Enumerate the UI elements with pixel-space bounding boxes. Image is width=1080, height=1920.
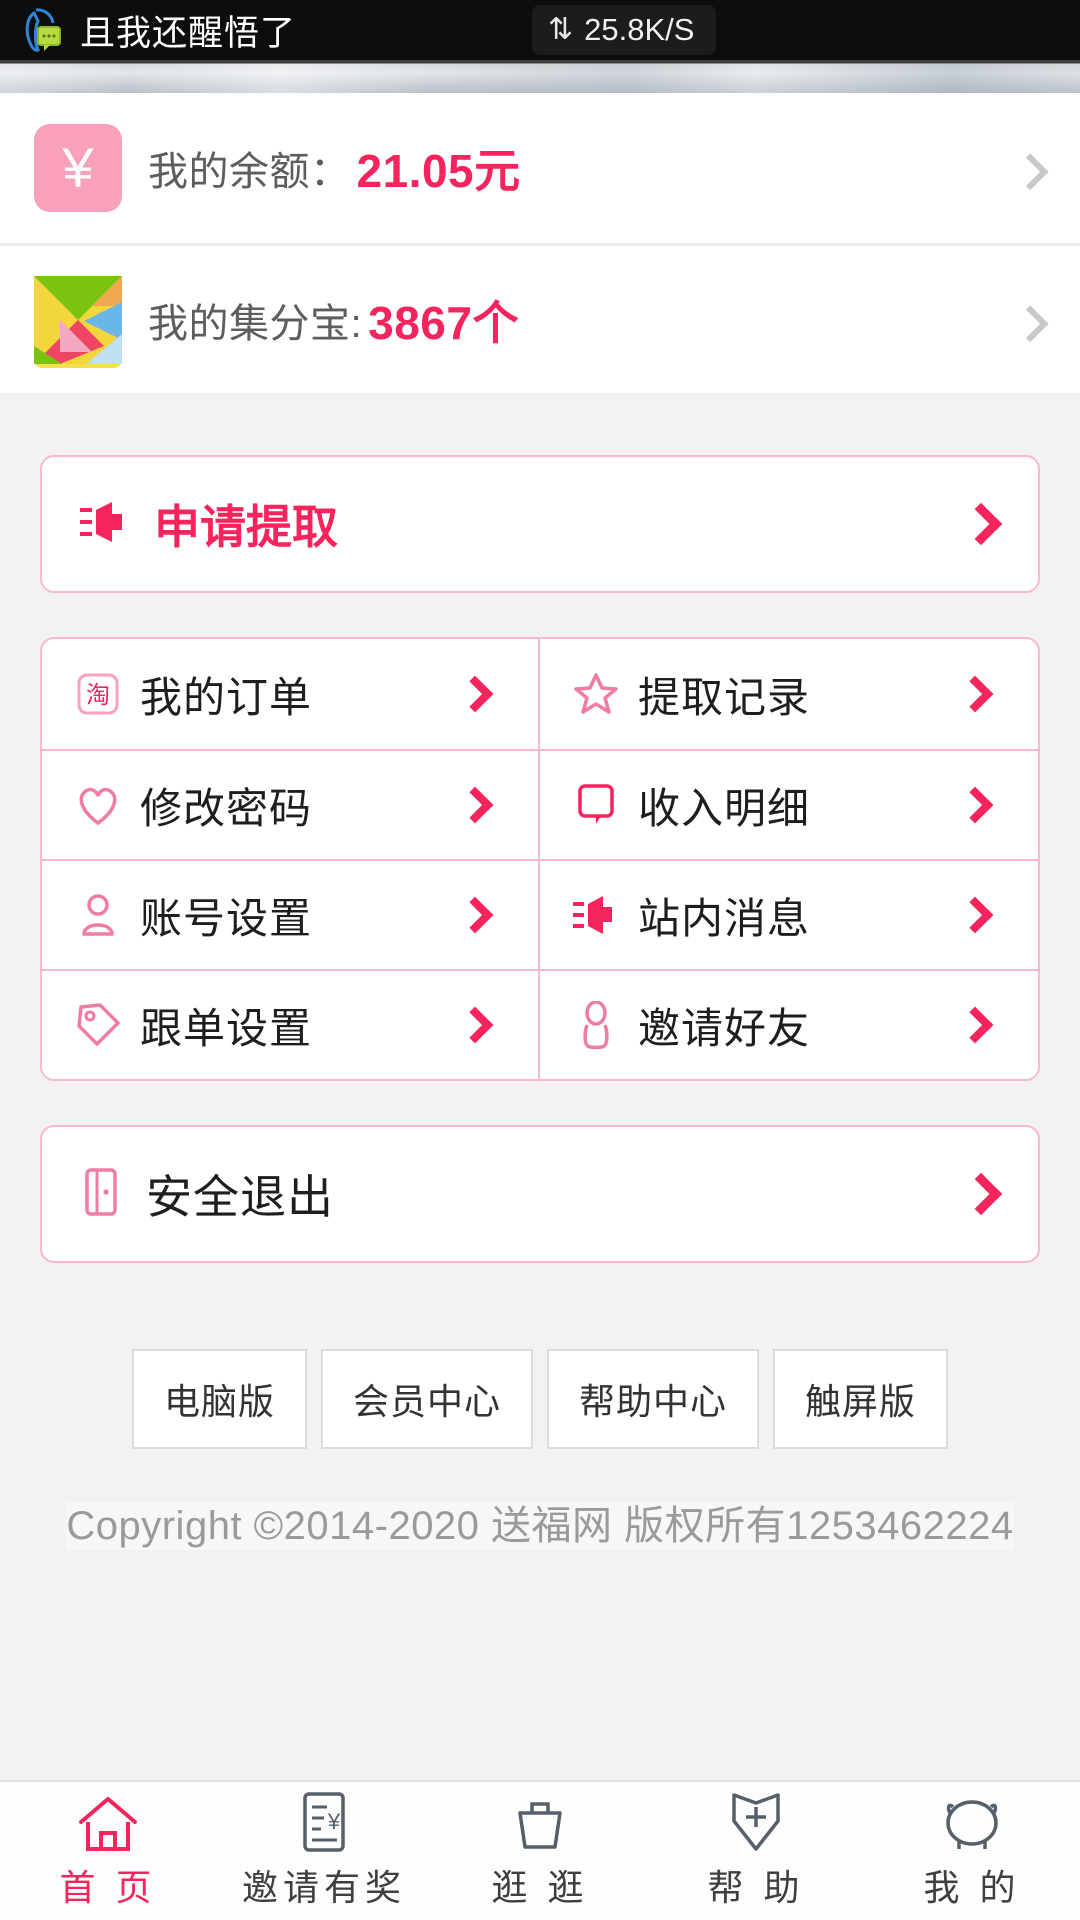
star-icon	[568, 671, 624, 717]
menu-grid: 淘 我的订单 提取记录 修改密码 收入明细 账号设置 站内消息 跟单设置 邀请好…	[40, 637, 1040, 1081]
tab-browse[interactable]: 逛 逛	[432, 1782, 648, 1920]
chevron-right-icon	[1011, 153, 1049, 191]
menu-item-label: 账号设置	[140, 894, 313, 942]
withdraw-label: 申请提取	[154, 501, 338, 553]
chevron-right-icon	[956, 896, 994, 934]
door-exit-icon	[82, 1167, 122, 1222]
tab-label: 逛 逛	[491, 1867, 589, 1908]
chevron-right-icon	[956, 675, 994, 713]
footer-links: 电脑版 会员中心 帮助中心 触屏版	[40, 1349, 1040, 1449]
logout-label: 安全退出	[146, 1171, 334, 1223]
chevron-right-icon	[959, 502, 1003, 546]
status-app-name: 且我还醒悟了	[80, 13, 297, 53]
chevron-right-icon	[959, 1172, 1003, 1216]
menu-item-label: 我的订单	[140, 673, 313, 721]
bottom-tab-bar: 首 页 ¥ 邀请有奖 逛 逛 帮 助 我 的	[0, 1780, 1080, 1920]
tab-label: 帮 助	[707, 1867, 805, 1908]
heart-icon	[70, 783, 126, 827]
megaphone-icon	[568, 894, 624, 936]
menu-item-tracking-settings[interactable]: 跟单设置	[42, 969, 540, 1079]
taobao-icon: 淘	[70, 672, 126, 716]
chevron-right-icon	[456, 675, 494, 713]
menu-item-income-details[interactable]: 收入明细	[540, 749, 1038, 859]
yen-icon: ¥	[34, 124, 122, 212]
menu-item-label: 跟单设置	[140, 1004, 313, 1052]
footer-link-member-center[interactable]: 会员中心	[320, 1349, 533, 1449]
chevron-right-icon	[956, 1006, 994, 1044]
balance-row[interactable]: ¥ 我的余额： 21.05元	[0, 93, 1080, 243]
chevron-right-icon	[456, 786, 494, 824]
account-summary: ¥ 我的余额： 21.05元 我的集分宝: 3867个	[0, 93, 1080, 393]
balance-label: 我的余额：	[148, 150, 351, 194]
tab-help[interactable]: 帮 助	[648, 1782, 864, 1920]
menu-item-label: 收入明细	[638, 784, 811, 832]
tab-label: 邀请有奖	[241, 1867, 406, 1908]
megaphone-icon	[78, 500, 132, 549]
menu-item-withdraw-records[interactable]: 提取记录	[540, 639, 1038, 749]
tab-home[interactable]: 首 页	[0, 1782, 216, 1920]
tag-icon	[70, 1002, 126, 1048]
main-content: 申请提取 淘 我的订单 提取记录 修改密码 收入明细 账号设置 站内消息 跟单设…	[0, 455, 1080, 1551]
footer-link-pc-version[interactable]: 电脑版	[131, 1349, 307, 1449]
header-banner-strip	[0, 60, 1080, 93]
menu-item-label: 邀请好友	[638, 1004, 811, 1052]
menu-item-my-orders[interactable]: 淘 我的订单	[42, 639, 540, 749]
status-bar: 且我还醒悟了 ⇅ 25.8K/S	[0, 0, 1080, 60]
menu-item-change-password[interactable]: 修改密码	[42, 749, 540, 859]
menu-item-invite-friends[interactable]: 邀请好友	[540, 969, 1038, 1079]
network-speed-indicator: ⇅ 25.8K/S	[532, 5, 717, 55]
help-icon	[728, 1791, 784, 1853]
chevron-right-icon	[456, 1006, 494, 1044]
copyright-value: Copyright ©2014-2020 送福网 版权所有1253462224	[66, 1502, 1014, 1550]
person-icon	[568, 1001, 624, 1049]
withdraw-button[interactable]: 申请提取	[40, 455, 1040, 593]
tab-invite-rewards[interactable]: ¥ 邀请有奖	[216, 1782, 432, 1920]
message-icon	[568, 782, 624, 828]
basket-icon	[510, 1791, 570, 1853]
svg-text:¥: ¥	[327, 1809, 341, 1834]
footer-link-help-center[interactable]: 帮助中心	[547, 1349, 760, 1449]
menu-item-account-settings[interactable]: 账号设置	[42, 859, 540, 969]
copyright-text: Copyright ©2014-2020 送福网 版权所有1253462224	[40, 1493, 1040, 1551]
tab-label: 首 页	[59, 1867, 157, 1908]
chevron-right-icon	[956, 786, 994, 824]
chevron-right-icon	[1011, 304, 1049, 342]
menu-item-label: 修改密码	[140, 784, 313, 832]
menu-item-label: 提取记录	[638, 673, 811, 721]
logout-button[interactable]: 安全退出	[40, 1125, 1040, 1263]
tangram-icon	[34, 275, 122, 368]
footer-link-touch-version[interactable]: 触屏版	[773, 1349, 949, 1449]
invoice-icon: ¥	[297, 1791, 351, 1853]
balance-value: 21.05元	[356, 145, 521, 197]
home-icon	[77, 1791, 139, 1853]
menu-item-label: 站内消息	[638, 894, 811, 942]
points-label: 我的集分宝:	[148, 301, 363, 346]
points-value: 3867个	[368, 296, 519, 349]
user-icon	[70, 892, 126, 938]
network-speed-value: 25.8K/S	[584, 12, 695, 47]
chat-bubble-icon	[22, 7, 66, 53]
points-row[interactable]: 我的集分宝: 3867个	[0, 243, 1080, 393]
piggy-icon	[941, 1791, 1003, 1853]
svg-text:淘: 淘	[86, 682, 110, 709]
tab-label: 我 的	[923, 1867, 1021, 1908]
tab-mine[interactable]: 我 的	[864, 1782, 1080, 1920]
chevron-right-icon	[456, 896, 494, 934]
up-down-arrows-icon: ⇅	[548, 13, 573, 46]
menu-item-site-messages[interactable]: 站内消息	[540, 859, 1038, 969]
